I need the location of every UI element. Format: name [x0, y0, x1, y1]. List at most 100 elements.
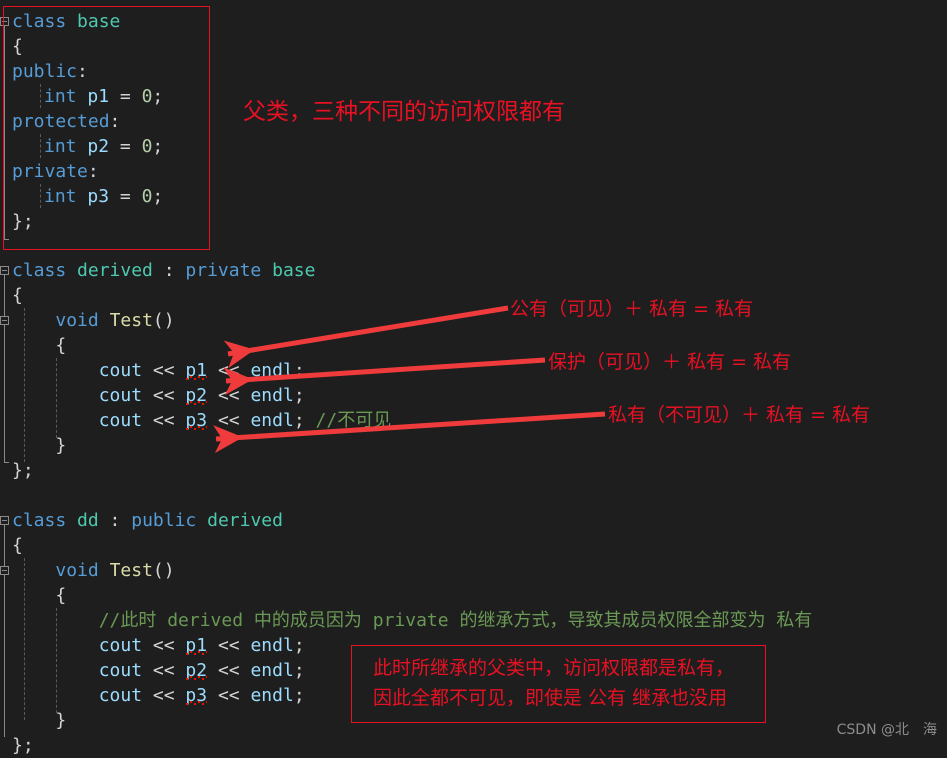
annotation-bottom-note-line2: 因此全都不可见，即使是 公有 继承也没用 [373, 687, 728, 709]
code-token: << [142, 410, 186, 431]
code-token: public [12, 61, 78, 82]
code-token: << [207, 385, 251, 406]
code-line[interactable]: { [0, 533, 23, 558]
code-token: ; [293, 385, 305, 406]
code-token: cout [98, 660, 143, 681]
code-token: void [55, 310, 99, 331]
code-token: Test [109, 560, 153, 581]
code-token: endl [250, 685, 294, 706]
code-token: : [109, 111, 121, 132]
code-token: public [131, 510, 197, 531]
code-token: { [12, 285, 23, 306]
code-line[interactable]: } [0, 708, 66, 733]
code-token: dd [77, 510, 99, 531]
code-line[interactable]: { [0, 34, 23, 59]
code-line[interactable]: class base [0, 9, 120, 34]
code-token: endl [250, 385, 294, 406]
code-line[interactable]: { [0, 333, 66, 358]
code-line[interactable]: class dd : public derived [0, 508, 283, 533]
code-token: base [272, 260, 316, 281]
code-token: p2 [185, 385, 208, 406]
code-token: : [87, 161, 99, 182]
code-line[interactable]: }; [0, 458, 34, 483]
code-line[interactable]: cout << p3 << endl; [0, 683, 305, 708]
code-line[interactable]: class derived : private base [0, 258, 315, 283]
code-token: ; [152, 136, 164, 157]
code-token: cout [98, 385, 143, 406]
code-token: ; [293, 685, 305, 706]
code-line[interactable]: //此时 derived 中的成员因为 private 的继承方式，导致其成员权… [0, 608, 813, 633]
code-line[interactable]: void Test() [0, 308, 175, 333]
code-token: ; [293, 410, 316, 431]
code-line[interactable]: void Test() [0, 558, 174, 583]
code-token: class [12, 11, 67, 32]
code-line[interactable]: cout << p2 << endl; [0, 383, 305, 408]
code-line[interactable]: int p1 = 0; [0, 84, 163, 109]
code-token: int [44, 136, 77, 157]
code-token: private [185, 260, 262, 281]
code-token: p1 [185, 635, 208, 656]
code-line[interactable]: { [0, 283, 23, 308]
code-editor-surface[interactable]: class base{public: int p1 = 0; protected: i… [0, 0, 947, 756]
annotation-bottom-note-line1: 此时所继承的父类中，访问权限都是私有， [373, 657, 735, 679]
code-token: = [109, 186, 142, 207]
code-token: : [152, 260, 186, 281]
code-token: endl [250, 660, 294, 681]
code-token: p3 [185, 410, 208, 431]
code-token: }; [12, 211, 34, 232]
code-line[interactable]: int p2 = 0; [0, 134, 163, 159]
code-line[interactable]: }; [0, 733, 34, 758]
code-token: () [152, 310, 175, 331]
code-line[interactable]: cout << p1 << endl; [0, 358, 305, 383]
code-token: << [142, 685, 186, 706]
code-token: cout [98, 360, 143, 381]
code-token: 0 [141, 136, 153, 157]
code-line[interactable]: }; [0, 209, 34, 234]
code-token: endl [250, 410, 294, 431]
code-token: Test [109, 310, 153, 331]
code-token: << [142, 660, 186, 681]
code-line[interactable]: cout << p3 << endl; //不可见 [0, 408, 392, 433]
code-token: << [207, 410, 251, 431]
annotation-public-visible: 公有（可见）＋ 私有 = 私有 [510, 298, 754, 320]
code-token: p1 [185, 360, 208, 381]
code-token: : [98, 510, 132, 531]
code-line[interactable]: private: [0, 159, 99, 184]
code-token: p1 [87, 86, 110, 107]
code-line[interactable]: int p3 = 0; [0, 184, 163, 209]
code-token: protected [12, 111, 110, 132]
annotation-protected-visible: 保护（可见）＋ 私有 = 私有 [548, 351, 792, 373]
code-token: int [44, 86, 77, 107]
code-token: p2 [185, 660, 208, 681]
code-token: << [207, 360, 251, 381]
code-token: derived [207, 510, 283, 531]
code-token: }; [12, 735, 34, 756]
code-token: //不可见 [315, 410, 392, 431]
code-token: derived [77, 260, 153, 281]
code-token: cout [98, 685, 143, 706]
code-line[interactable]: { [0, 583, 66, 608]
annotation-private-invisible: 私有（不可见）＋ 私有 = 私有 [608, 404, 871, 426]
code-token: class [12, 260, 67, 281]
code-token: ; [293, 660, 305, 681]
code-token: { [12, 585, 67, 606]
code-token: ; [152, 86, 164, 107]
code-line[interactable]: cout << p1 << endl; [0, 633, 305, 658]
code-line[interactable]: cout << p2 << endl; [0, 658, 305, 683]
code-line[interactable]: public: [0, 59, 88, 84]
code-line[interactable]: } [0, 433, 66, 458]
code-line[interactable]: protected: [0, 109, 120, 134]
code-token: class [12, 510, 67, 531]
code-token: private [12, 161, 88, 182]
